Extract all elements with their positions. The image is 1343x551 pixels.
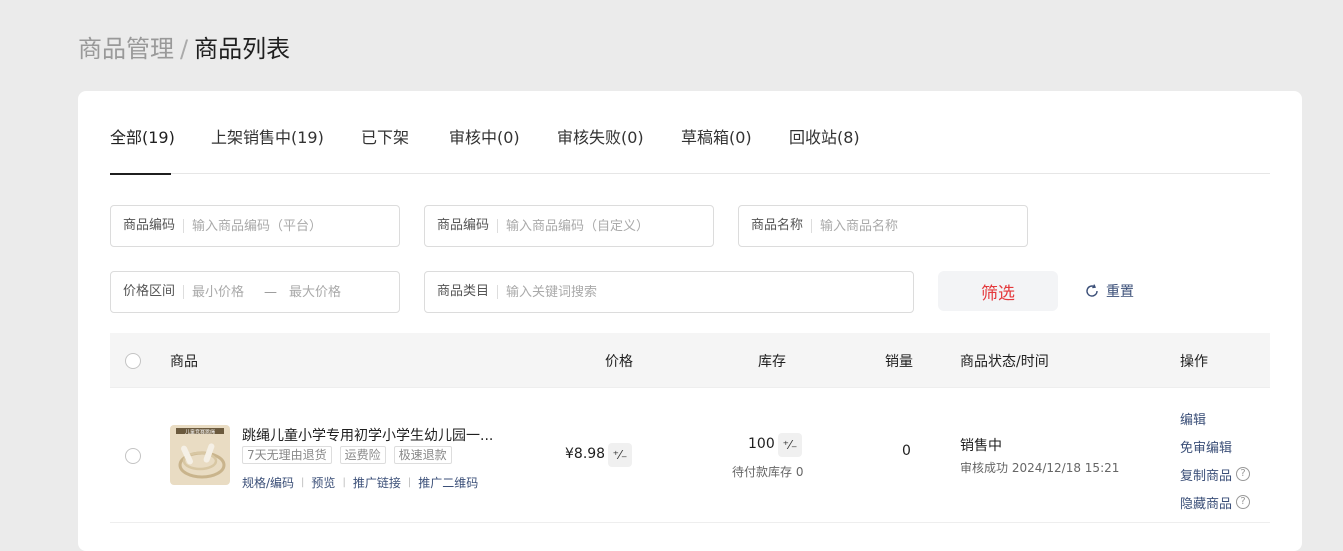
link-promo-link[interactable]: 推广链接 [353, 474, 401, 491]
reset-label: 重置 [1106, 284, 1134, 300]
tag-shipping-insurance: 运费险 [339, 446, 386, 464]
action-hide-product[interactable]: 隐藏商品? [1180, 488, 1251, 516]
code-platform-field: 商品编码 [110, 205, 400, 247]
help-icon[interactable]: ? [1236, 495, 1251, 509]
name-label: 商品名称 [751, 219, 813, 233]
action-copy-product[interactable]: 复制商品? [1180, 460, 1251, 488]
table-header: 商品 价格 库存 销量 商品状态/时间 操作 [110, 333, 1270, 388]
price-range-field: 价格区间 — [110, 271, 400, 313]
select-all-radio[interactable] [125, 353, 141, 369]
thumb-caption: 儿童竞赛跳绳 [185, 429, 215, 436]
tab-drafts[interactable]: 草稿箱(0) [681, 126, 752, 150]
min-price-input[interactable] [184, 284, 253, 300]
code-custom-input[interactable] [498, 218, 679, 234]
code-platform-label: 商品编码 [123, 219, 185, 233]
status-time: 审核成功 2024/12/18 15:21 [960, 461, 1120, 475]
product-stock: 100 [748, 436, 775, 452]
col-actions: 操作 [1180, 354, 1208, 370]
price-range-label: 价格区间 [123, 285, 185, 299]
product-title[interactable]: 跳绳儿童小学专用初学小学生幼儿园一... [242, 425, 493, 445]
edit-stock-button[interactable]: ⁺⁄₋ [778, 433, 802, 457]
col-price: 价格 [605, 354, 633, 370]
row-select-radio[interactable] [125, 448, 141, 464]
product-thumbnail[interactable]: 儿童竞赛跳绳 [170, 425, 230, 485]
tab-on-sale[interactable]: 上架销售中(19) [211, 126, 324, 150]
code-custom-field: 商品编码 [424, 205, 714, 247]
tab-review-failed[interactable]: 审核失败(0) [557, 126, 644, 150]
edit-price-button[interactable]: ⁺⁄₋ [608, 443, 632, 467]
link-promo-qrcode[interactable]: 推广二维码 [418, 474, 478, 491]
refresh-icon [1086, 284, 1098, 297]
link-preview[interactable]: 预览 [311, 474, 335, 491]
product-list-card: 全部(19) 上架销售中(19) 已下架 审核中(0) 审核失败(0) 草稿箱(… [78, 91, 1302, 551]
category-input[interactable] [498, 284, 879, 300]
tab-reviewing[interactable]: 审核中(0) [449, 126, 520, 150]
status-tabs: 全部(19) 上架销售中(19) 已下架 审核中(0) 审核失败(0) 草稿箱(… [110, 126, 1270, 175]
pending-stock: 待付款库存 0 [732, 465, 804, 479]
tab-off-shelf[interactable]: 已下架 [361, 126, 409, 150]
max-price-input[interactable] [289, 284, 370, 300]
action-exempt-edit[interactable]: 免审编辑 [1180, 432, 1250, 460]
col-status: 商品状态/时间 [960, 354, 1049, 370]
help-icon[interactable]: ? [1236, 467, 1251, 481]
breadcrumb: 商品管理 / 商品列表 [78, 33, 290, 65]
tab-all[interactable]: 全部(19) [110, 126, 175, 150]
action-edit[interactable]: 编辑 [1180, 404, 1250, 432]
page-title: 商品列表 [194, 35, 291, 63]
product-links: 规格/编码 | 预览 | 推广链接 | 推广二维码 [242, 474, 479, 491]
tab-recycle-bin[interactable]: 回收站(8) [789, 126, 860, 150]
col-product: 商品 [170, 354, 198, 370]
code-platform-input[interactable] [184, 218, 365, 234]
tag-7-day-return: 7天无理由退货 [242, 446, 332, 464]
category-field: 商品类目 [424, 271, 914, 313]
product-price: ¥8.98 [565, 446, 606, 462]
link-spec-code[interactable]: 规格/编码 [242, 474, 294, 491]
table-row: 儿童竞赛跳绳 跳绳儿童小学专用初学小学生幼儿园一... 7天无理由退货 运费险 … [110, 388, 1270, 523]
breadcrumb-parent[interactable]: 商品管理 [78, 35, 174, 63]
name-field: 商品名称 [738, 205, 1028, 247]
product-status: 销售中 [960, 438, 1002, 454]
tag-fast-refund: 极速退款 [393, 446, 452, 464]
product-sales: 0 [902, 443, 911, 459]
service-tags: 7天无理由退货 运费险 极速退款 [242, 446, 452, 464]
col-sales: 销量 [885, 354, 913, 370]
filter-button[interactable]: 筛选 [938, 271, 1058, 311]
category-label: 商品类目 [437, 285, 499, 299]
range-dash: — [264, 284, 278, 300]
row-actions: 编辑 免审编辑 复制商品? 隐藏商品? [1180, 404, 1251, 516]
col-stock: 库存 [758, 354, 786, 370]
breadcrumb-separator: / [180, 35, 189, 63]
code-custom-label: 商品编码 [437, 219, 499, 233]
name-input[interactable] [812, 218, 993, 234]
reset-button[interactable]: 重置 [1084, 281, 1134, 301]
active-tab-indicator [110, 173, 171, 175]
